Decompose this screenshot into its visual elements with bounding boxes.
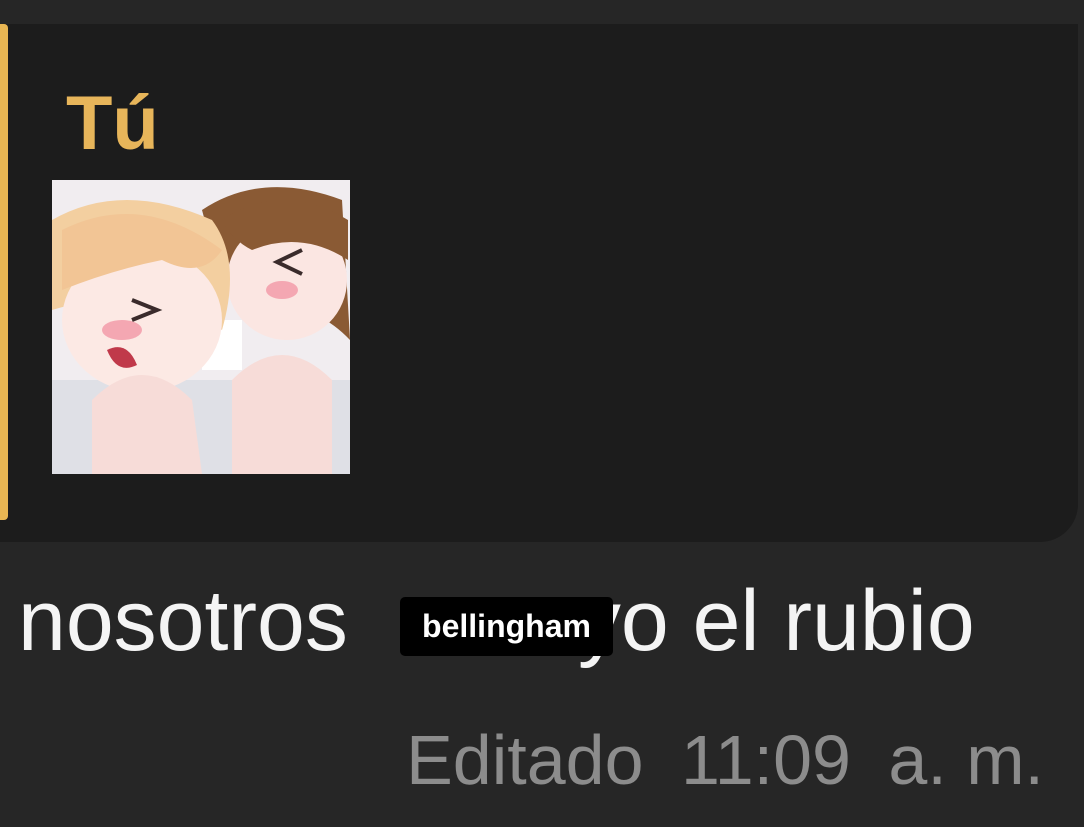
overlay-label-tag: bellingham <box>400 597 613 656</box>
message-bubble[interactable]: Tú nosotros yo el rubio bellingham Edita… <box>0 0 1084 827</box>
message-time-period: a. m. <box>888 721 1044 799</box>
message-time: 11:09 <box>680 721 851 799</box>
message-text-end: yo el rubio <box>577 573 975 669</box>
quoted-sticker-image[interactable] <box>52 180 350 474</box>
message-meta: Editado 11:09 a. m. <box>406 720 1044 800</box>
quote-accent-bar <box>0 24 8 520</box>
message-text-start: nosotros <box>18 573 348 669</box>
quoted-sender-name: Tú <box>66 81 159 166</box>
edited-label: Editado <box>406 721 644 799</box>
